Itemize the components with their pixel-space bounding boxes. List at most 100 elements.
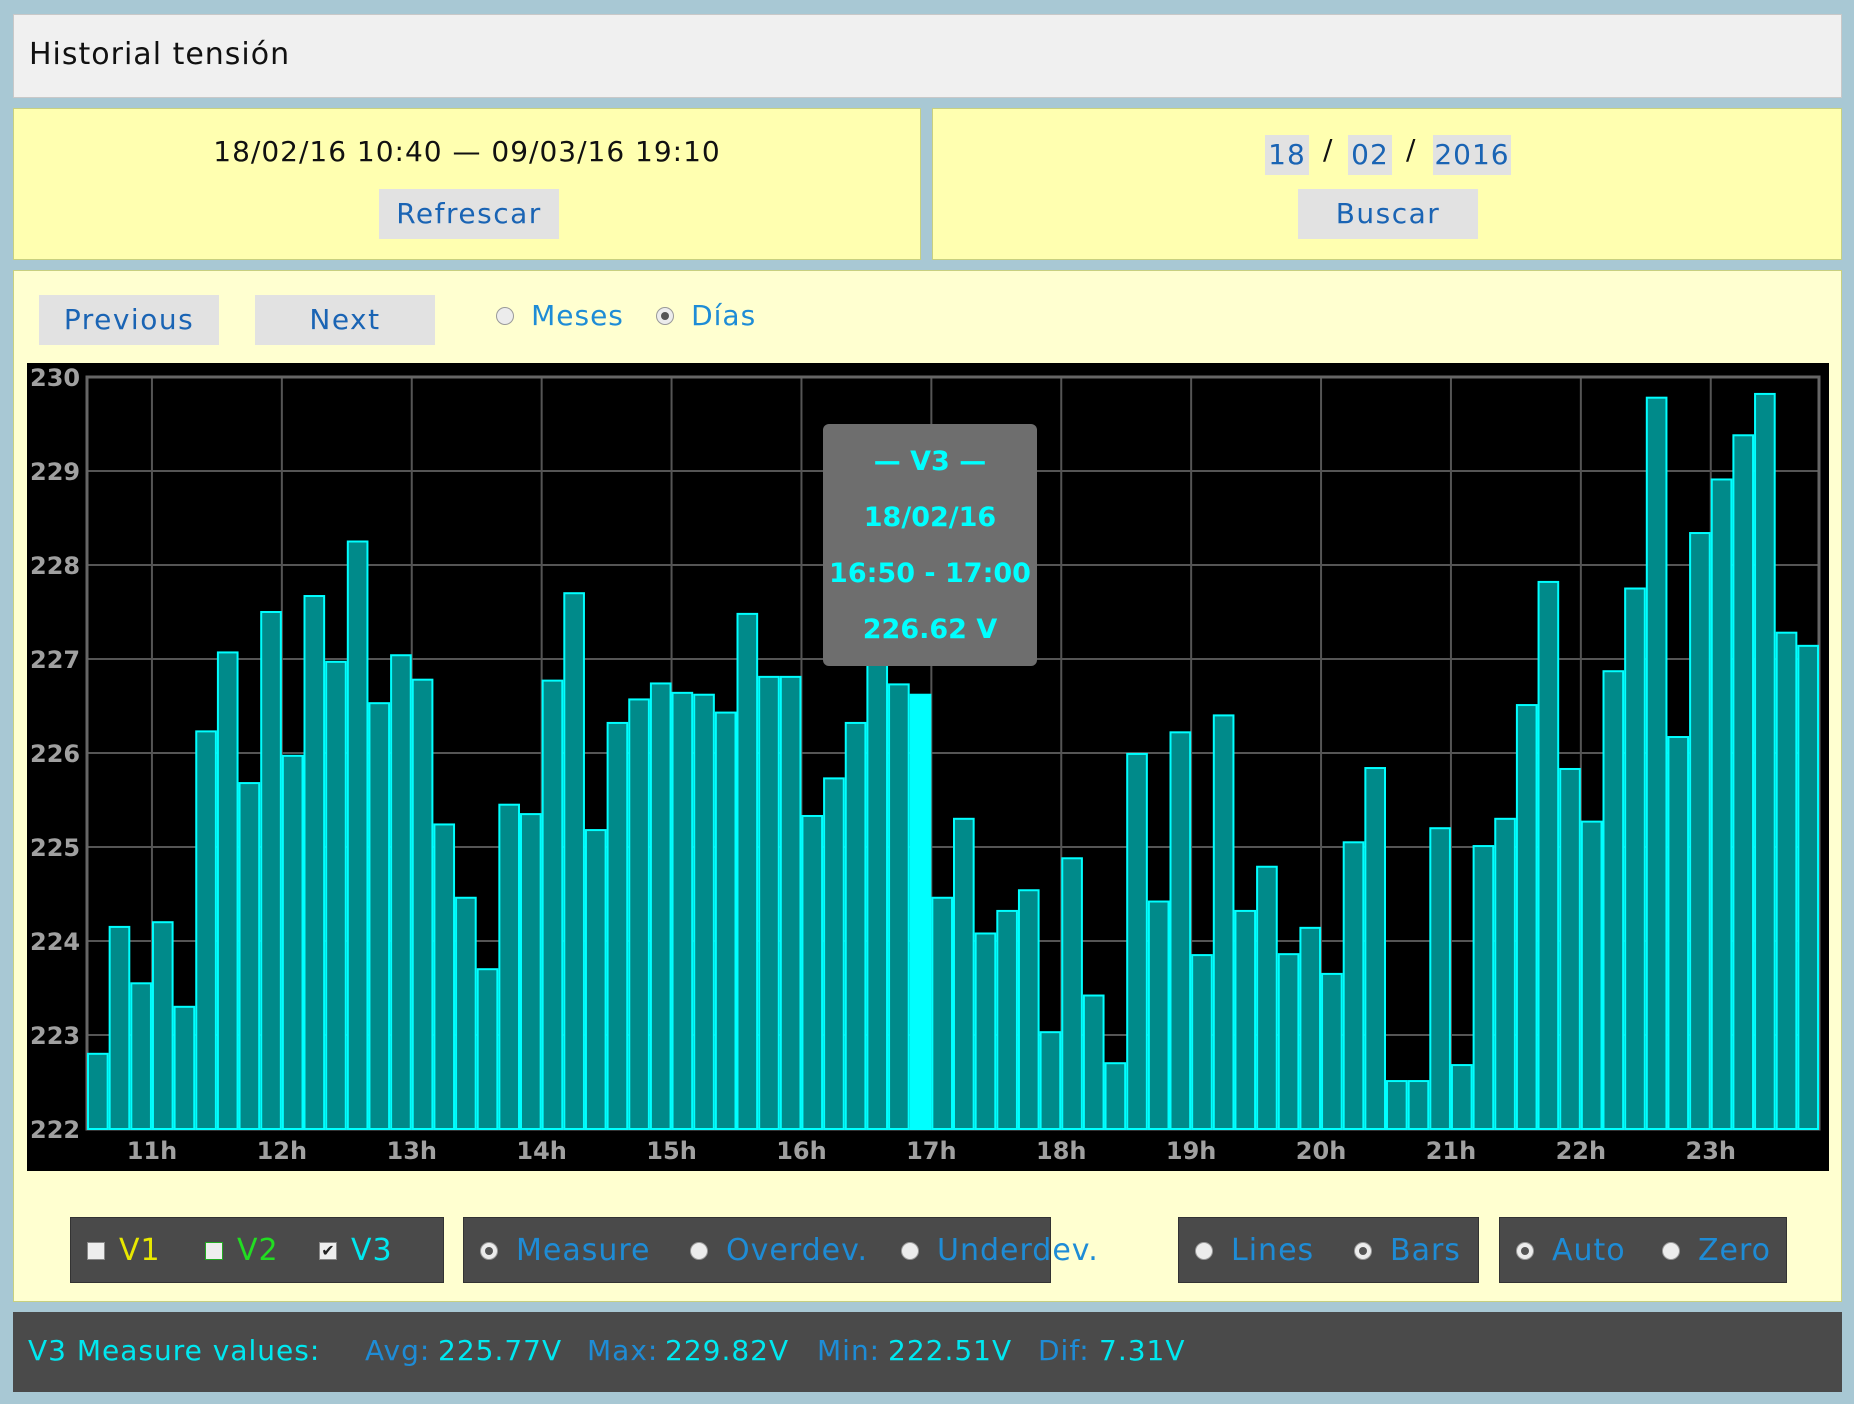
x-tick-label: 13h	[387, 1137, 437, 1165]
y-tick-label: 230	[30, 364, 80, 392]
dif-value: 7.31V	[1099, 1334, 1186, 1367]
y-tick-label: 228	[30, 552, 80, 580]
v1-checkbox-icon[interactable]	[87, 1241, 105, 1260]
overdev-option[interactable]: Overdev.	[690, 1232, 868, 1268]
lines-label: Lines	[1231, 1232, 1315, 1268]
bar	[1256, 865, 1278, 1130]
x-tick-label: 12h	[257, 1137, 307, 1165]
bar	[1017, 889, 1040, 1130]
v2-checkbox-icon[interactable]	[205, 1241, 223, 1260]
tooltip-value: 226.62 V	[862, 614, 998, 645]
bars-label: Bars	[1390, 1232, 1461, 1268]
x-tick-label: 20h	[1296, 1137, 1346, 1165]
bar	[649, 682, 672, 1130]
bar	[1515, 704, 1538, 1130]
refresh-button[interactable]: Refrescar	[379, 189, 559, 239]
summary-footer: V3 Measure values: Avg: 225.77V Max: 229…	[13, 1312, 1842, 1392]
bar	[173, 1005, 196, 1130]
v3-checkbox-icon[interactable]: ✔	[319, 1241, 337, 1260]
next-button[interactable]: Next	[255, 295, 435, 345]
x-tick-label: 18h	[1036, 1137, 1086, 1165]
series-v3[interactable]: ✔ V3	[319, 1232, 393, 1268]
year-field[interactable]: 2016	[1433, 135, 1511, 175]
bar	[1126, 752, 1148, 1130]
mode-meses[interactable]: Meses	[496, 299, 624, 339]
meses-label: Meses	[531, 299, 624, 332]
x-tick-label: 11h	[127, 1137, 177, 1165]
bar	[498, 803, 521, 1130]
search-button[interactable]: Buscar	[1298, 189, 1478, 239]
day-field[interactable]: 18	[1265, 135, 1309, 175]
bar	[1407, 1080, 1430, 1130]
bars-option[interactable]: Bars	[1354, 1232, 1461, 1268]
series-v2[interactable]: V2	[205, 1232, 279, 1268]
bar	[1732, 434, 1755, 1130]
bar	[563, 592, 585, 1130]
min-label: Min:	[817, 1334, 881, 1367]
overdev-radio-icon[interactable]	[690, 1241, 708, 1260]
bar	[996, 909, 1018, 1130]
measure-controls: Measure Overdev. Underdev.	[463, 1217, 1098, 1283]
y-tick-label: 222	[30, 1116, 80, 1144]
measure-radio-icon[interactable]	[480, 1241, 498, 1260]
overdev-label: Overdev.	[726, 1232, 869, 1268]
chart-tooltip: — V3 — 18/02/16 16:50 - 17:00 226.62 V	[823, 424, 1037, 666]
bar	[671, 691, 694, 1130]
zero-label: Zero	[1698, 1232, 1772, 1268]
bar	[1299, 926, 1322, 1131]
bar	[1429, 827, 1451, 1130]
bar	[151, 921, 174, 1131]
bar	[1082, 994, 1105, 1131]
lines-radio-icon[interactable]	[1195, 1241, 1213, 1260]
y-tick-label: 223	[30, 1022, 80, 1050]
underdev-radio-icon[interactable]	[901, 1241, 919, 1260]
bar	[390, 654, 412, 1130]
bar	[1234, 909, 1257, 1130]
page-title: Historial tensión	[29, 37, 291, 72]
lines-option[interactable]: Lines	[1195, 1232, 1314, 1268]
bar	[1754, 392, 1776, 1131]
auto-radio-icon[interactable]	[1516, 1241, 1534, 1260]
underdev-option[interactable]: Underdev.	[901, 1232, 1099, 1268]
bar	[866, 660, 889, 1130]
bar	[1797, 644, 1819, 1130]
series-v1[interactable]: V1	[87, 1232, 161, 1268]
tooltip-date: 18/02/16	[863, 502, 997, 533]
bar	[1689, 532, 1711, 1131]
bar	[1602, 670, 1625, 1130]
date-range-text: 18/02/16 10:40 — 09/03/16 19:10	[213, 135, 721, 168]
bar	[931, 896, 953, 1131]
bar	[758, 675, 780, 1130]
zero-radio-icon[interactable]	[1662, 1241, 1680, 1260]
auto-option[interactable]: Auto	[1516, 1232, 1626, 1268]
scale-controls: Auto Zero	[1499, 1217, 1787, 1283]
bar	[606, 721, 629, 1130]
mode-dias[interactable]: Días	[656, 299, 756, 339]
bar	[1580, 820, 1603, 1130]
bar	[195, 730, 217, 1130]
zero-option[interactable]: Zero	[1662, 1232, 1771, 1268]
bar	[303, 595, 326, 1130]
series-controls: V1 V2 ✔ V3	[70, 1217, 444, 1283]
bar	[411, 678, 434, 1130]
dias-radio-icon[interactable]	[656, 306, 674, 325]
bar	[1494, 817, 1516, 1130]
v2-label: V2	[237, 1232, 279, 1268]
avg-value: 225.77V	[438, 1334, 563, 1367]
bar	[541, 679, 564, 1130]
bar	[1710, 478, 1733, 1130]
bar	[1104, 1062, 1127, 1131]
x-tick-label: 15h	[646, 1137, 696, 1165]
bar	[628, 698, 650, 1130]
bar	[238, 782, 261, 1130]
date-separator: /	[1323, 133, 1333, 166]
bars-radio-icon[interactable]	[1354, 1241, 1372, 1260]
y-tick-label: 225	[30, 834, 80, 862]
meses-radio-icon[interactable]	[496, 306, 514, 325]
previous-button[interactable]: Previous	[39, 295, 219, 345]
measure-option[interactable]: Measure	[480, 1232, 651, 1268]
month-field[interactable]: 02	[1348, 135, 1392, 175]
max-value: 229.82V	[665, 1334, 790, 1367]
bar	[281, 754, 304, 1130]
bar	[779, 675, 802, 1130]
